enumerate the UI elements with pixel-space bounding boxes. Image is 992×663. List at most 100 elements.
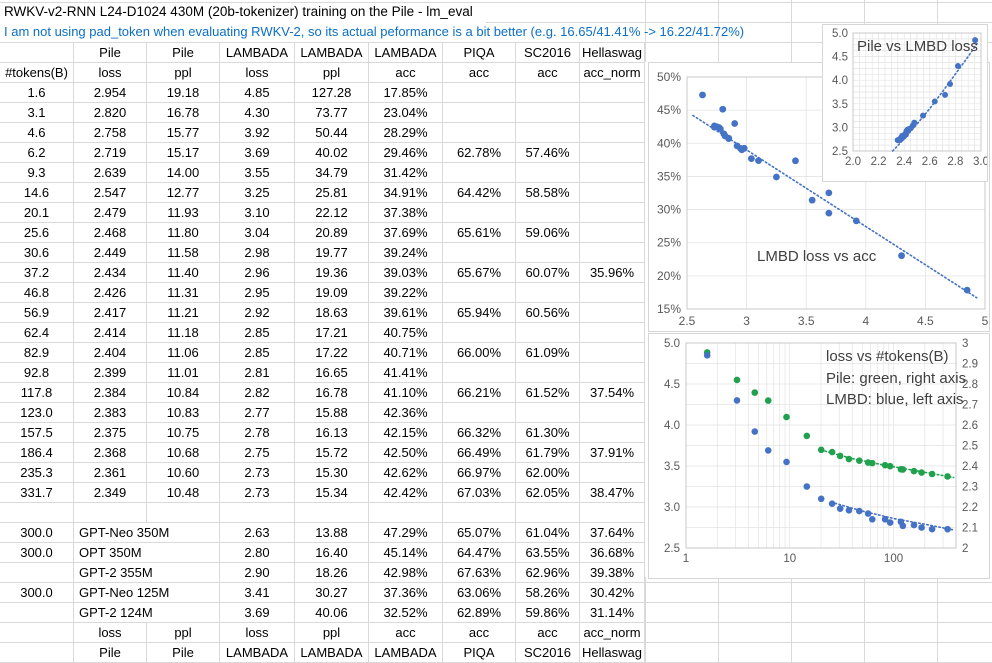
table-cell[interactable]: 2.404 <box>74 343 147 363</box>
table-cell[interactable]: 62.78% <box>443 143 516 163</box>
table-cell[interactable]: 10.84 <box>147 383 220 403</box>
table-cell[interactable]: 10.48 <box>147 483 220 503</box>
table-cell[interactable]: 41.10% <box>369 383 443 403</box>
header-cell[interactable]: ppl <box>147 63 220 83</box>
table-cell[interactable]: 2.349 <box>74 483 147 503</box>
table-cell[interactable] <box>580 83 645 103</box>
table-cell[interactable] <box>580 343 645 363</box>
table-cell[interactable]: 19.77 <box>295 243 369 263</box>
table-cell[interactable]: 2.98 <box>220 243 295 263</box>
table-cell[interactable]: 2.383 <box>74 403 147 423</box>
table-cell[interactable]: 35.96% <box>580 263 645 283</box>
header-cell[interactable]: acc_norm <box>580 63 645 83</box>
table-cell[interactable] <box>443 363 516 383</box>
table-cell[interactable]: 22.12 <box>295 203 369 223</box>
table-cell[interactable]: 11.06 <box>147 343 220 363</box>
table-cell[interactable]: 62.96% <box>516 563 580 583</box>
footer-cell[interactable]: SC2016 <box>516 643 580 663</box>
spacer-cell[interactable] <box>220 503 295 523</box>
footer-cell[interactable]: ppl <box>147 623 220 643</box>
spacer-cell[interactable] <box>0 503 74 523</box>
table-cell[interactable]: 64.42% <box>443 183 516 203</box>
table-cell[interactable] <box>443 283 516 303</box>
table-cell[interactable]: 50.44 <box>295 123 369 143</box>
table-cell[interactable]: 12.77 <box>147 183 220 203</box>
table-cell[interactable]: 2.368 <box>74 443 147 463</box>
table-cell[interactable]: 20.89 <box>295 223 369 243</box>
table-cell[interactable]: 40.02 <box>295 143 369 163</box>
table-cell[interactable]: 2.90 <box>220 563 295 583</box>
table-cell[interactable]: 60.07% <box>516 263 580 283</box>
table-cell[interactable]: 2.95 <box>220 283 295 303</box>
table-cell[interactable]: 2.75 <box>220 443 295 463</box>
footer-cell[interactable]: acc <box>443 623 516 643</box>
table-cell[interactable]: 31.42% <box>369 163 443 183</box>
table-cell[interactable]: 13.88 <box>295 523 369 543</box>
table-cell[interactable]: 4.6 <box>0 123 74 143</box>
table-cell[interactable] <box>580 303 645 323</box>
table-cell[interactable]: 2.375 <box>74 423 147 443</box>
model-name-cell[interactable]: GPT-2 355M <box>74 563 220 583</box>
header-cell[interactable]: PIQA <box>443 43 516 63</box>
header-cell[interactable]: acc <box>369 63 443 83</box>
table-cell[interactable] <box>580 163 645 183</box>
table-cell[interactable] <box>580 143 645 163</box>
table-cell[interactable]: 25.6 <box>0 223 74 243</box>
table-cell[interactable]: 300.0 <box>0 523 74 543</box>
table-cell[interactable]: 186.4 <box>0 443 74 463</box>
table-cell[interactable]: 40.06 <box>295 603 369 623</box>
table-cell[interactable] <box>443 163 516 183</box>
table-cell[interactable]: 39.03% <box>369 263 443 283</box>
table-cell[interactable]: 1.6 <box>0 83 74 103</box>
table-cell[interactable]: 6.2 <box>0 143 74 163</box>
table-cell[interactable]: 2.82 <box>220 383 295 403</box>
header-cell[interactable]: Pile <box>74 43 147 63</box>
table-cell[interactable]: 63.06% <box>443 583 516 603</box>
footer-cell[interactable]: LAMBADA <box>295 643 369 663</box>
table-cell[interactable]: 66.32% <box>443 423 516 443</box>
table-cell[interactable] <box>516 123 580 143</box>
table-cell[interactable] <box>443 243 516 263</box>
table-cell[interactable]: 331.7 <box>0 483 74 503</box>
table-cell[interactable]: 39.22% <box>369 283 443 303</box>
table-cell[interactable]: 67.03% <box>443 483 516 503</box>
table-cell[interactable]: 37.91% <box>580 443 645 463</box>
table-cell[interactable] <box>443 403 516 423</box>
table-cell[interactable]: 66.00% <box>443 343 516 363</box>
footer-cell[interactable]: ppl <box>295 623 369 643</box>
table-cell[interactable]: 39.61% <box>369 303 443 323</box>
table-cell[interactable] <box>580 223 645 243</box>
table-cell[interactable]: 3.69 <box>220 143 295 163</box>
table-cell[interactable]: 16.13 <box>295 423 369 443</box>
table-cell[interactable]: 2.758 <box>74 123 147 143</box>
table-cell[interactable]: 17.22 <box>295 343 369 363</box>
table-cell[interactable]: 58.26% <box>516 583 580 603</box>
table-cell[interactable]: 157.5 <box>0 423 74 443</box>
footer-cell[interactable]: Hellaswag <box>580 643 645 663</box>
table-cell[interactable] <box>516 323 580 343</box>
table-cell[interactable]: 2.85 <box>220 323 295 343</box>
table-cell[interactable]: 2.77 <box>220 403 295 423</box>
footer-cell[interactable]: Pile <box>74 643 147 663</box>
table-cell[interactable]: 37.54% <box>580 383 645 403</box>
table-cell[interactable]: 58.58% <box>516 183 580 203</box>
table-cell[interactable]: 2.73 <box>220 483 295 503</box>
table-cell[interactable]: 3.1 <box>0 103 74 123</box>
table-cell[interactable]: 65.61% <box>443 223 516 243</box>
table-cell[interactable]: 45.14% <box>369 543 443 563</box>
table-cell[interactable] <box>443 83 516 103</box>
table-cell[interactable]: 61.04% <box>516 523 580 543</box>
table-cell[interactable]: 42.98% <box>369 563 443 583</box>
table-cell[interactable]: 2.63 <box>220 523 295 543</box>
table-cell[interactable]: 30.27 <box>295 583 369 603</box>
table-cell[interactable]: 19.36 <box>295 263 369 283</box>
table-cell[interactable]: 2.479 <box>74 203 147 223</box>
table-cell[interactable]: 14.00 <box>147 163 220 183</box>
table-cell[interactable] <box>516 283 580 303</box>
table-cell[interactable] <box>580 423 645 443</box>
table-cell[interactable] <box>580 283 645 303</box>
table-cell[interactable]: 64.47% <box>443 543 516 563</box>
table-cell[interactable]: 62.89% <box>443 603 516 623</box>
spacer-cell[interactable] <box>580 503 645 523</box>
table-cell[interactable]: 18.63 <box>295 303 369 323</box>
